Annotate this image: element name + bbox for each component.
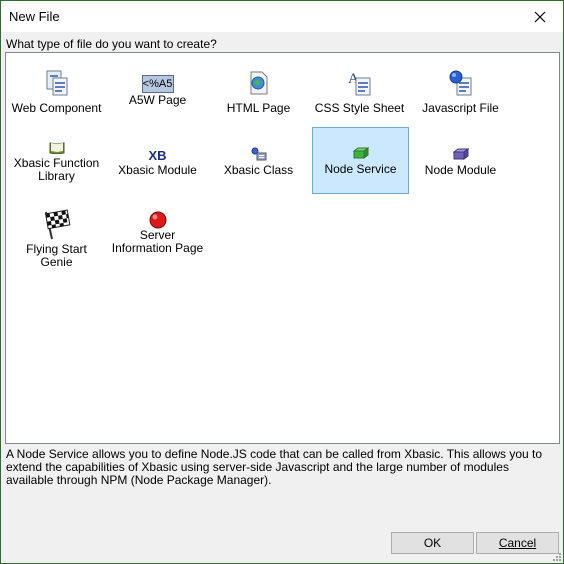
file-type-xbasic-function-library[interactable]: Xbasic Function Library: [8, 128, 105, 195]
file-type-label: Web Component: [11, 101, 102, 115]
close-button[interactable]: [517, 1, 563, 32]
file-type-list[interactable]: Web Component <%A5 A5W Page HTML Page A: [5, 52, 560, 444]
file-type-web-component[interactable]: Web Component: [8, 65, 105, 132]
cancel-button[interactable]: Cancel: [476, 532, 559, 554]
dialog-title: New File: [9, 9, 60, 24]
xbasic-module-icon: XB: [148, 147, 167, 163]
html-page-icon: [248, 70, 270, 96]
file-type-css-style-sheet[interactable]: A CSS Style Sheet: [311, 65, 408, 132]
file-type-label: HTML Page: [226, 101, 291, 115]
file-type-node-module[interactable]: Node Module: [412, 128, 509, 195]
file-type-html-page[interactable]: HTML Page: [210, 65, 307, 132]
javascript-file-icon: [448, 69, 474, 97]
node-service-icon: [352, 147, 369, 159]
file-type-server-information-page[interactable]: Server Information Page: [109, 208, 206, 275]
prompt-label: What type of file do you want to create?: [6, 37, 217, 51]
red-ball-icon: [149, 211, 167, 229]
cancel-button-label: Cancel: [498, 536, 537, 550]
node-module-icon: [452, 148, 469, 160]
file-type-node-service[interactable]: Node Service: [312, 127, 409, 194]
css-style-sheet-icon: A: [347, 69, 373, 97]
file-type-label: A5W Page: [128, 93, 187, 107]
a5w-page-icon: <%A5: [141, 75, 174, 93]
file-type-a5w-page[interactable]: <%A5 A5W Page: [109, 65, 206, 132]
resize-grip-icon[interactable]: [551, 551, 561, 561]
ok-button[interactable]: OK: [391, 532, 474, 554]
file-type-label: Xbasic Class: [223, 163, 294, 177]
file-type-xbasic-class[interactable]: Xbasic Class: [210, 128, 307, 195]
xbasic-class-icon: [251, 147, 267, 161]
file-type-label: Node Module: [424, 163, 497, 177]
checkered-flag-icon: [41, 209, 73, 241]
file-type-javascript-file[interactable]: Javascript File: [412, 65, 509, 132]
file-type-label: CSS Style Sheet: [314, 101, 405, 115]
file-type-xbasic-module[interactable]: XB Xbasic Module: [109, 128, 206, 195]
book-icon: [49, 140, 65, 154]
title-bar[interactable]: New File: [1, 1, 563, 32]
new-file-dialog: New File What type of file do you want t…: [0, 0, 564, 564]
file-type-label: Node Service: [324, 162, 397, 176]
file-type-label: Javascript File: [422, 101, 499, 115]
file-type-flying-start-genie[interactable]: Flying Start Genie: [8, 208, 105, 275]
file-type-label: Server Information Page: [111, 228, 204, 255]
file-type-label: Xbasic Module: [118, 163, 197, 177]
file-type-label: Xbasic Function Library: [13, 156, 100, 183]
close-icon: [534, 11, 546, 22]
file-type-description: A Node Service allows you to define Node…: [6, 447, 543, 487]
file-type-label: Flying Start Genie: [26, 242, 87, 269]
web-component-icon: [43, 69, 71, 97]
